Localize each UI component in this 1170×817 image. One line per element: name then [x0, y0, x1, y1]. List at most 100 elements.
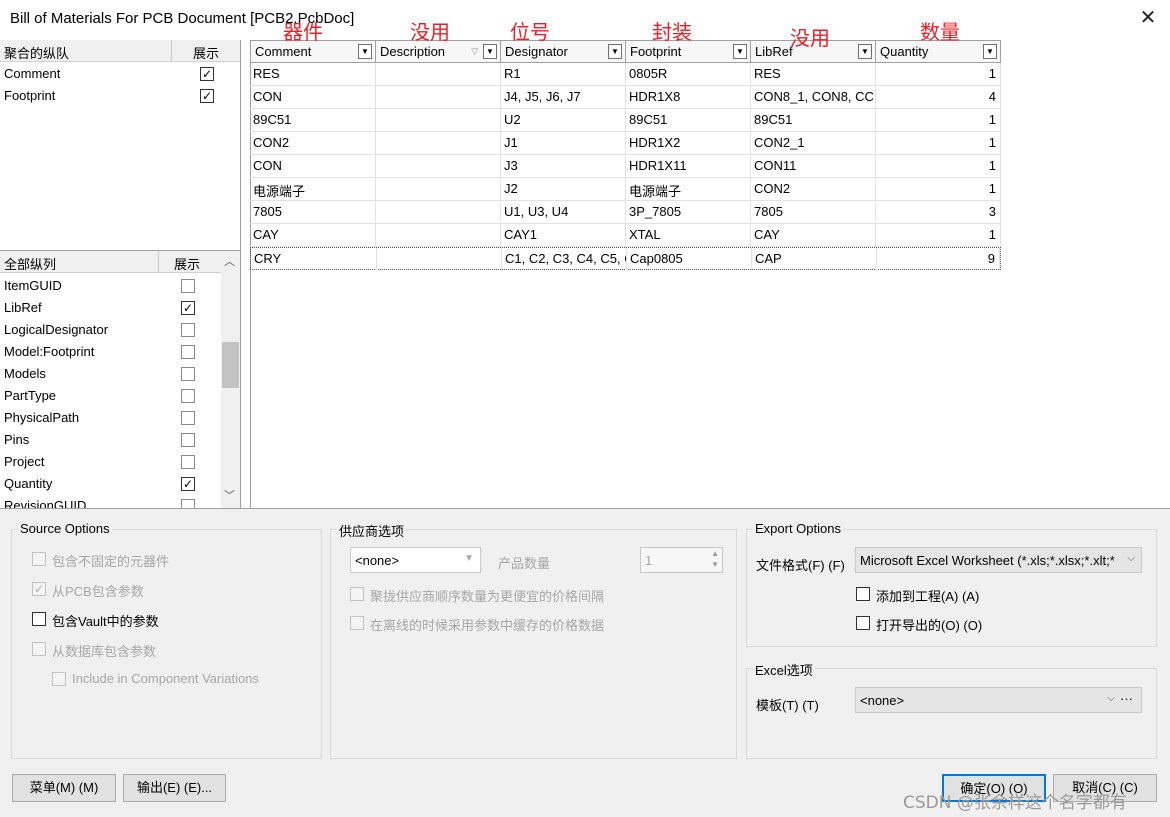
cell-quantity: 1	[876, 63, 1001, 86]
column-header-label: Description	[380, 44, 446, 59]
scroll-up-icon[interactable]: ︿	[224, 253, 235, 269]
open-exported-checkbox[interactable]	[856, 616, 870, 630]
excel-options-title: Excel选项	[753, 660, 815, 679]
column-row-quantity[interactable]: Quantity ✓	[0, 473, 218, 495]
column-row-logicaldesignator[interactable]: LogicalDesignator	[0, 319, 218, 341]
cell-comment: CON2	[250, 132, 376, 155]
filter-dropdown-icon[interactable]: ▼	[733, 44, 747, 59]
excel-options-group: Excel选项 模板(T) (T) <none> ⌵ ···	[746, 660, 1157, 759]
cell-description	[376, 178, 501, 201]
model-footprint-checkbox[interactable]	[181, 345, 195, 359]
aggregate-supplier-checkbox[interactable]	[350, 587, 364, 601]
itemguid-checkbox[interactable]	[181, 279, 195, 293]
include-nonfixed-checkbox[interactable]	[32, 552, 46, 566]
cell-libref: CON11	[751, 155, 876, 178]
table-row[interactable]: RES R1 0805R RES 1	[250, 63, 1001, 86]
table-row[interactable]: CON J4, J5, J6, J7 HDR1X8 CON8_1, CON8, …	[250, 86, 1001, 109]
filter-dropdown-icon[interactable]: ▼	[858, 44, 872, 59]
project-checkbox[interactable]	[181, 455, 195, 469]
cell-description	[376, 109, 501, 132]
product-qty-spinner[interactable]: 1 ▲ ▼	[640, 547, 723, 573]
cell-footprint: Cap0805	[627, 248, 752, 271]
libref-checkbox[interactable]: ✓	[181, 301, 195, 315]
source-options-title: Source Options	[18, 521, 112, 536]
chevron-down-icon: ▼	[464, 553, 474, 564]
table-row[interactable]: 电源端子 J2 电源端子 CON2 1	[250, 178, 1001, 201]
cell-libref: 89C51	[751, 109, 876, 132]
column-row-model-footprint[interactable]: Model:Footprint	[0, 341, 218, 363]
filter-dropdown-icon[interactable]: ▼	[483, 44, 497, 59]
table-row[interactable]: CON J3 HDR1X11 CON11 1	[250, 155, 1001, 178]
export-button[interactable]: 输出(E) (E)...	[123, 774, 226, 802]
logicaldesignator-checkbox[interactable]	[181, 323, 195, 337]
parttype-checkbox[interactable]	[181, 389, 195, 403]
cell-quantity: 4	[876, 86, 1001, 109]
grouped-columns-panel: 聚合的纵队 展示 Comment ✓ Footprint ✓	[0, 40, 241, 250]
table-row[interactable]: 7805 U1, U3, U4 3P_7805 7805 3	[250, 201, 1001, 224]
cell-libref: CAY	[751, 224, 876, 247]
filter-dropdown-icon[interactable]: ▼	[608, 44, 622, 59]
annotation-libref: 没用	[790, 26, 830, 50]
cell-comment: CAY	[250, 224, 376, 247]
scroll-thumb[interactable]	[222, 342, 239, 388]
filter-dropdown-icon[interactable]: ▼	[983, 44, 997, 59]
annotation-comment: 器件	[283, 20, 323, 44]
filter-dropdown-icon[interactable]: ▼	[358, 44, 372, 59]
models-checkbox[interactable]	[181, 367, 195, 381]
all-columns-scrollbar[interactable]: ︿ ﹀	[221, 251, 240, 508]
column-row-parttype[interactable]: PartType	[0, 385, 218, 407]
cell-designator: U1, U3, U4	[501, 201, 626, 224]
column-row-revisionguid[interactable]: RevisionGUID	[0, 495, 218, 508]
add-to-project-checkbox[interactable]	[856, 587, 870, 601]
supplier-options-group: 供应商选项 <none> ▼ 产品数量 1 ▲ ▼ 聚拢供应商顺序数量为更便宜的…	[330, 521, 737, 759]
grouped-comment-checkbox[interactable]: ✓	[200, 67, 214, 81]
include-pcb-params-checkbox[interactable]: ✓	[32, 582, 46, 596]
column-row-label: Quantity	[4, 476, 53, 491]
column-row-project[interactable]: Project	[0, 451, 218, 473]
template-combo[interactable]: <none> ⌵ ···	[855, 687, 1142, 713]
column-row-pins[interactable]: Pins	[0, 429, 218, 451]
template-value: <none>	[860, 693, 905, 708]
menu-button[interactable]: 菜单(M) (M)	[12, 774, 116, 802]
cell-description	[376, 201, 501, 224]
table-row[interactable]: CAY CAY1 XTAL CAY 1	[250, 224, 1001, 247]
cell-description	[376, 155, 501, 178]
offline-cached-price-checkbox[interactable]	[350, 616, 364, 630]
include-variations-checkbox[interactable]	[52, 672, 66, 686]
physicalpath-checkbox[interactable]	[181, 411, 195, 425]
column-header-label: Designator	[505, 44, 568, 59]
column-row-itemguid[interactable]: ItemGUID	[0, 275, 218, 297]
cell-footprint: HDR1X8	[626, 86, 751, 109]
column-row-physicalpath[interactable]: PhysicalPath	[0, 407, 218, 429]
grouped-row-comment[interactable]: Comment ✓	[0, 63, 218, 85]
include-db-params-checkbox[interactable]	[32, 642, 46, 656]
include-vault-params-checkbox[interactable]	[32, 612, 46, 626]
options-area: Source Options 包含不固定的元器件 ✓ 从PCB包含参数 包含Va…	[0, 508, 1170, 817]
cell-footprint: HDR1X11	[626, 155, 751, 178]
all-columns-panel: 全部纵列 展示 ItemGUID LibRef ✓ LogicalDesigna…	[0, 250, 241, 508]
grouped-row-footprint[interactable]: Footprint ✓	[0, 85, 218, 107]
column-row-models[interactable]: Models	[0, 363, 218, 385]
chevron-down-icon: ⌵	[1127, 553, 1135, 564]
column-row-label: Pins	[4, 432, 30, 447]
table-row[interactable]: 89C51 U2 89C51 89C51 1	[250, 109, 1001, 132]
quantity-checkbox[interactable]: ✓	[181, 477, 195, 491]
pins-checkbox[interactable]	[181, 433, 195, 447]
spin-up-icon[interactable]: ▲	[711, 549, 719, 558]
cell-designator: R1	[501, 63, 626, 86]
column-row-libref[interactable]: LibRef ✓	[0, 297, 218, 319]
spin-down-icon[interactable]: ▼	[711, 560, 719, 569]
template-label: 模板(T) (T)	[756, 698, 819, 713]
cell-designator: CAY1	[501, 224, 626, 247]
supplier-combo[interactable]: <none> ▼	[350, 547, 481, 573]
table-row[interactable]: CON2 J1 HDR1X2 CON2_1 1	[250, 132, 1001, 155]
table-row-selected[interactable]: CRY C1, C2, C3, C4, C5, C Cap0805 CAP 9	[250, 247, 1001, 271]
cell-quantity: 1	[876, 224, 1001, 247]
browse-icon[interactable]: ···	[1120, 691, 1133, 706]
column-row-label: ItemGUID	[4, 278, 62, 293]
revisionguid-checkbox[interactable]	[181, 499, 195, 508]
scroll-down-icon[interactable]: ﹀	[224, 487, 235, 503]
file-format-combo[interactable]: Microsoft Excel Worksheet (*.xls;*.xlsx;…	[855, 547, 1142, 573]
grouped-footprint-checkbox[interactable]: ✓	[200, 89, 214, 103]
close-icon[interactable]: ✕	[1136, 6, 1160, 30]
